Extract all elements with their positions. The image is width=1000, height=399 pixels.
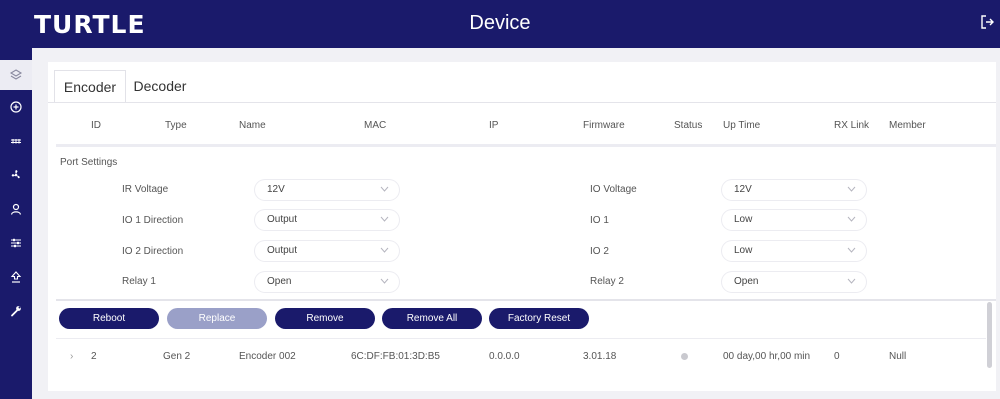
column-header-name[interactable]: Name <box>239 120 266 131</box>
io2-direction-label: IO 2 Direction <box>122 246 184 257</box>
replace-button[interactable]: Replace <box>167 308 267 329</box>
relay1-select[interactable]: Open <box>255 272 399 292</box>
row-firmware: 3.01.18 <box>583 351 617 362</box>
chevron-down-icon <box>847 247 856 253</box>
row-member: Null <box>889 351 907 362</box>
row-rx-link: 0 <box>834 351 840 362</box>
io-voltage-select[interactable]: 12V <box>722 180 866 200</box>
chevron-down-icon <box>380 216 389 222</box>
logout-icon[interactable] <box>980 14 994 30</box>
scrollbar[interactable] <box>987 302 992 368</box>
io1-value: Low <box>734 214 753 225</box>
io1-select[interactable]: Low <box>722 210 866 230</box>
column-header-uptime[interactable]: Up Time <box>723 120 760 131</box>
io2-value: Low <box>734 245 753 256</box>
table-row[interactable] <box>56 338 986 373</box>
reboot-button[interactable]: Reboot <box>59 308 159 329</box>
ir-voltage-value: 12V <box>267 184 285 195</box>
remove-button[interactable]: Remove <box>275 308 375 329</box>
row-mac: 6C:DF:FB:01:3D:B5 <box>351 351 440 362</box>
relay2-select[interactable]: Open <box>722 272 866 292</box>
io1-direction-value: Output <box>267 214 298 225</box>
tab-decoder[interactable]: Decoder <box>128 70 192 102</box>
row-type: Gen 2 <box>163 351 191 362</box>
row-id: 2 <box>91 351 97 362</box>
sidebar-item-upgrade[interactable] <box>0 262 32 292</box>
upload-icon <box>10 271 22 283</box>
io1-direction-select[interactable]: Output <box>255 210 399 230</box>
ir-voltage-select[interactable]: 12V <box>255 180 399 200</box>
sidebar-item-settings[interactable] <box>0 228 32 258</box>
device-panel: Encoder Decoder ID Type Name MAC IP Firm… <box>48 62 996 391</box>
tab-encoder[interactable]: Encoder <box>54 70 126 103</box>
column-header-rx-link[interactable]: RX Link <box>834 120 869 131</box>
sidebar-nav <box>0 48 32 399</box>
header-separator <box>56 144 996 147</box>
sliders-icon <box>11 238 21 248</box>
chevron-down-icon <box>380 278 389 284</box>
column-header-mac[interactable]: MAC <box>364 120 386 131</box>
column-header-id[interactable]: ID <box>91 120 101 131</box>
wrench-icon <box>11 306 21 317</box>
row-name: Encoder 002 <box>239 351 296 362</box>
status-indicator <box>681 353 688 360</box>
user-icon <box>10 203 22 215</box>
io1-direction-label: IO 1 Direction <box>122 215 184 226</box>
column-header-ip[interactable]: IP <box>489 120 498 131</box>
sidebar-item-grid[interactable] <box>0 126 32 156</box>
row-expand-icon[interactable]: › <box>70 351 73 362</box>
column-header-status[interactable]: Status <box>674 120 702 131</box>
remove-all-button[interactable]: Remove All <box>382 308 482 329</box>
relay1-value: Open <box>267 276 292 287</box>
chevron-down-icon <box>847 186 856 192</box>
factory-reset-button[interactable]: Factory Reset <box>489 308 589 329</box>
chevron-down-icon <box>847 278 856 284</box>
column-header-firmware[interactable]: Firmware <box>583 120 625 131</box>
io2-direction-select[interactable]: Output <box>255 241 399 261</box>
io1-label: IO 1 <box>590 215 609 226</box>
grid-icon <box>11 139 21 144</box>
column-header-type[interactable]: Type <box>165 120 187 131</box>
sidebar-item-fan[interactable] <box>0 160 32 190</box>
io2-direction-value: Output <box>267 245 298 256</box>
io-voltage-value: 12V <box>734 184 752 195</box>
page-title: Device <box>469 12 531 34</box>
ir-voltage-label: IR Voltage <box>122 184 169 195</box>
chevron-down-icon <box>380 247 389 253</box>
sidebar-item-users[interactable] <box>0 194 32 224</box>
column-header-member[interactable]: Member <box>889 120 926 131</box>
sidebar-item-devices[interactable] <box>0 60 32 90</box>
relay1-label: Relay 1 <box>122 276 156 287</box>
relay2-value: Open <box>734 276 759 287</box>
io2-select[interactable]: Low <box>722 241 866 261</box>
fan-icon <box>11 170 20 179</box>
panel-separator <box>56 299 996 301</box>
chevron-down-icon <box>380 186 389 192</box>
top-header: TURTLE Device <box>0 0 1000 48</box>
tab-divider <box>48 102 996 103</box>
sidebar-item-add[interactable] <box>0 92 32 122</box>
row-uptime: 00 day,00 hr,00 min <box>723 351 811 362</box>
row-ip: 0.0.0.0 <box>489 351 520 362</box>
layers-icon <box>9 69 23 80</box>
io2-label: IO 2 <box>590 246 609 257</box>
sidebar-item-tools[interactable] <box>0 296 32 326</box>
port-settings-title: Port Settings <box>60 157 118 168</box>
chevron-down-icon <box>847 216 856 222</box>
relay2-label: Relay 2 <box>590 276 624 287</box>
plus-circle-icon <box>10 101 22 113</box>
io-voltage-label: IO Voltage <box>590 184 637 195</box>
